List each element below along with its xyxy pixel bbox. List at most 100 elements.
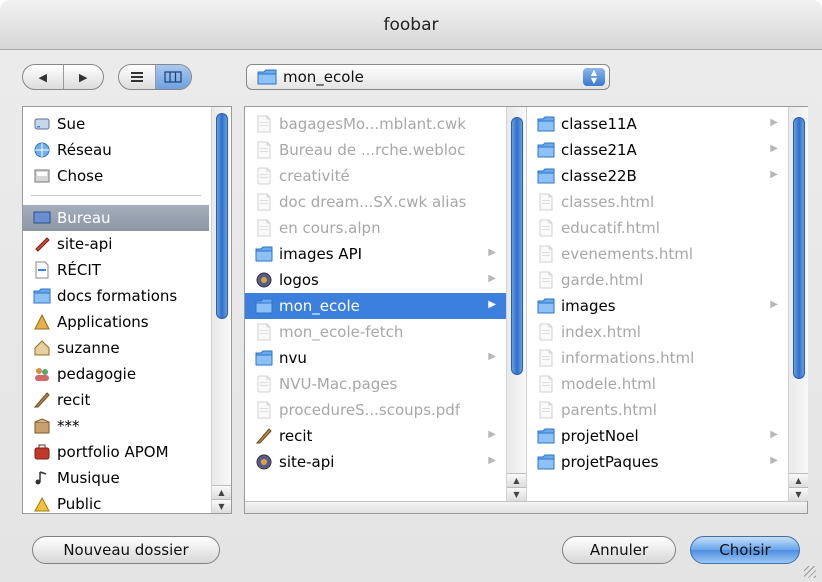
browser-column-1: bagagesMo...mblant.cwk Bureau de ...rche.… <box>245 107 527 501</box>
list-item-images[interactable]: images ▶ <box>527 293 788 319</box>
view-mode-control <box>118 64 192 90</box>
list-item-classe11a[interactable]: classe11A ▶ <box>527 111 788 137</box>
list-item-parents-html: parents.html <box>527 397 788 423</box>
list-item-applications[interactable]: Applications <box>23 309 209 335</box>
chevron-right-icon: ▶ <box>770 143 778 154</box>
list-item-item[interactable]: *** <box>23 413 209 439</box>
item-label: portfolio APOM <box>57 443 169 461</box>
sidebar-scroll-thumb[interactable] <box>216 113 228 319</box>
list-item-mon-ecole-fetch: mon_ecole-fetch <box>245 319 506 345</box>
app-icon <box>255 453 273 471</box>
list-item-mon-ecole[interactable]: mon_ecole ▶ <box>245 293 506 319</box>
list-item-sue[interactable]: Sue <box>23 111 209 137</box>
item-label: creativité <box>279 167 350 185</box>
list-item-public[interactable]: Public <box>23 491 209 517</box>
list-item-reseau[interactable]: Réseau <box>23 137 209 163</box>
scroll-down-button[interactable]: ▼ <box>507 487 526 501</box>
scroll-down-button[interactable]: ▼ <box>212 499 231 513</box>
scroll-up-button[interactable]: ▲ <box>212 485 231 499</box>
item-label: doc dream...SX.cwk alias <box>279 193 467 211</box>
list-item-projetpaques[interactable]: projetPaques ▶ <box>527 449 788 475</box>
chevron-right-icon: ▶ <box>770 429 778 440</box>
item-label: informations.html <box>561 349 695 367</box>
list-item-site-api[interactable]: site-api <box>23 231 209 257</box>
list-item-classes-html: classes.html <box>527 189 788 215</box>
column-view-button[interactable] <box>154 65 191 89</box>
item-label: Public <box>57 495 102 513</box>
list-item-recit[interactable]: recit ▶ <box>245 423 506 449</box>
document-icon <box>537 245 555 263</box>
scroll-up-button[interactable]: ▲ <box>789 473 808 487</box>
back-button[interactable]: ◀ <box>23 65 63 89</box>
column-2-scroll-thumb[interactable] <box>793 117 805 379</box>
list-item-nvu[interactable]: nvu ▶ <box>245 345 506 371</box>
quill-icon <box>33 391 51 409</box>
list-item-index-html: index.html <box>527 319 788 345</box>
open-dialog-window: foobar ◀ ▶ mon_ecole ▲ ▼ Sue Réseau Chos… <box>0 0 822 582</box>
music-icon <box>33 469 51 487</box>
list-item-docs-formations[interactable]: docs formations <box>23 283 209 309</box>
disk-icon <box>33 167 51 185</box>
chevron-right-icon: ▶ <box>770 117 778 128</box>
item-label: site-api <box>57 235 113 253</box>
choose-label: Choisir <box>719 541 771 559</box>
item-label: index.html <box>561 323 641 341</box>
forward-button[interactable]: ▶ <box>62 65 104 89</box>
list-item-portfolio-apom[interactable]: portfolio APOM <box>23 439 209 465</box>
list-item-en-cours-alpn: en cours.alpn <box>245 215 506 241</box>
document-icon <box>255 115 273 133</box>
item-label: images API <box>279 245 363 263</box>
item-label: educatif.html <box>561 219 660 237</box>
list-view-button[interactable] <box>119 65 155 89</box>
item-label: recit <box>279 427 313 445</box>
folder-icon <box>33 287 51 305</box>
scroll-up-button[interactable]: ▲ <box>507 473 526 487</box>
document-icon <box>33 261 51 279</box>
desktop-icon <box>33 209 51 227</box>
choose-button[interactable]: Choisir <box>690 536 800 564</box>
sidebar-divider <box>31 195 201 197</box>
back-arrow-icon: ◀ <box>38 70 47 84</box>
column-browser: bagagesMo...mblant.cwk Bureau de ...rche.… <box>244 106 808 514</box>
folder-icon <box>255 245 273 263</box>
list-item-site-api[interactable]: site-api ▶ <box>245 449 506 475</box>
item-label: classe11A <box>561 115 637 133</box>
item-label: Bureau de ...rche.webloc <box>279 141 466 159</box>
list-item-images-api[interactable]: images API ▶ <box>245 241 506 267</box>
list-item-creativite: creativité <box>245 163 506 189</box>
list-item-recit[interactable]: recit <box>23 387 209 413</box>
scroll-down-button[interactable]: ▼ <box>789 487 808 501</box>
sidebar-scrollbar[interactable]: ▲ ▼ <box>211 107 231 513</box>
home-icon <box>33 339 51 357</box>
list-item-suzanne[interactable]: suzanne <box>23 335 209 361</box>
list-item-classe22b[interactable]: classe22B ▶ <box>527 163 788 189</box>
list-item-logos[interactable]: logos ▶ <box>245 267 506 293</box>
list-item-classe21a[interactable]: classe21A ▶ <box>527 137 788 163</box>
list-item-chose[interactable]: Chose <box>23 163 209 189</box>
document-icon <box>255 167 273 185</box>
title-bar[interactable]: foobar <box>0 0 822 50</box>
horizontal-scrollbar[interactable] <box>245 501 807 513</box>
cancel-button[interactable]: Annuler <box>562 536 676 564</box>
location-popup[interactable]: mon_ecole ▲ ▼ <box>246 64 610 90</box>
item-label: Bureau <box>57 209 111 227</box>
column-1-scroll-thumb[interactable] <box>511 117 523 375</box>
portfolio-icon <box>33 443 51 461</box>
list-item-pedagogie[interactable]: pedagogie <box>23 361 209 387</box>
list-item-bureau[interactable]: Bureau <box>23 205 209 231</box>
item-label: bagagesMo...mblant.cwk <box>279 115 467 133</box>
list-item-recit[interactable]: RÉCIT <box>23 257 209 283</box>
list-item-projetnoel[interactable]: projetNoel ▶ <box>527 423 788 449</box>
list-item-modele-html: modele.html <box>527 371 788 397</box>
item-label: logos <box>279 271 319 289</box>
column-1-scrollbar[interactable]: ▲ ▼ <box>506 107 526 501</box>
list-item-musique[interactable]: Musique <box>23 465 209 491</box>
item-label: classe22B <box>561 167 637 185</box>
item-label: Chose <box>57 167 104 185</box>
item-label: Applications <box>57 313 149 331</box>
item-label: parents.html <box>561 401 657 419</box>
column-2-scrollbar[interactable]: ▲ ▼ <box>788 107 808 501</box>
resize-grip-icon[interactable] <box>804 566 816 578</box>
new-folder-button[interactable]: Nouveau dossier <box>32 536 220 564</box>
chevron-right-icon: ▶ <box>770 455 778 466</box>
